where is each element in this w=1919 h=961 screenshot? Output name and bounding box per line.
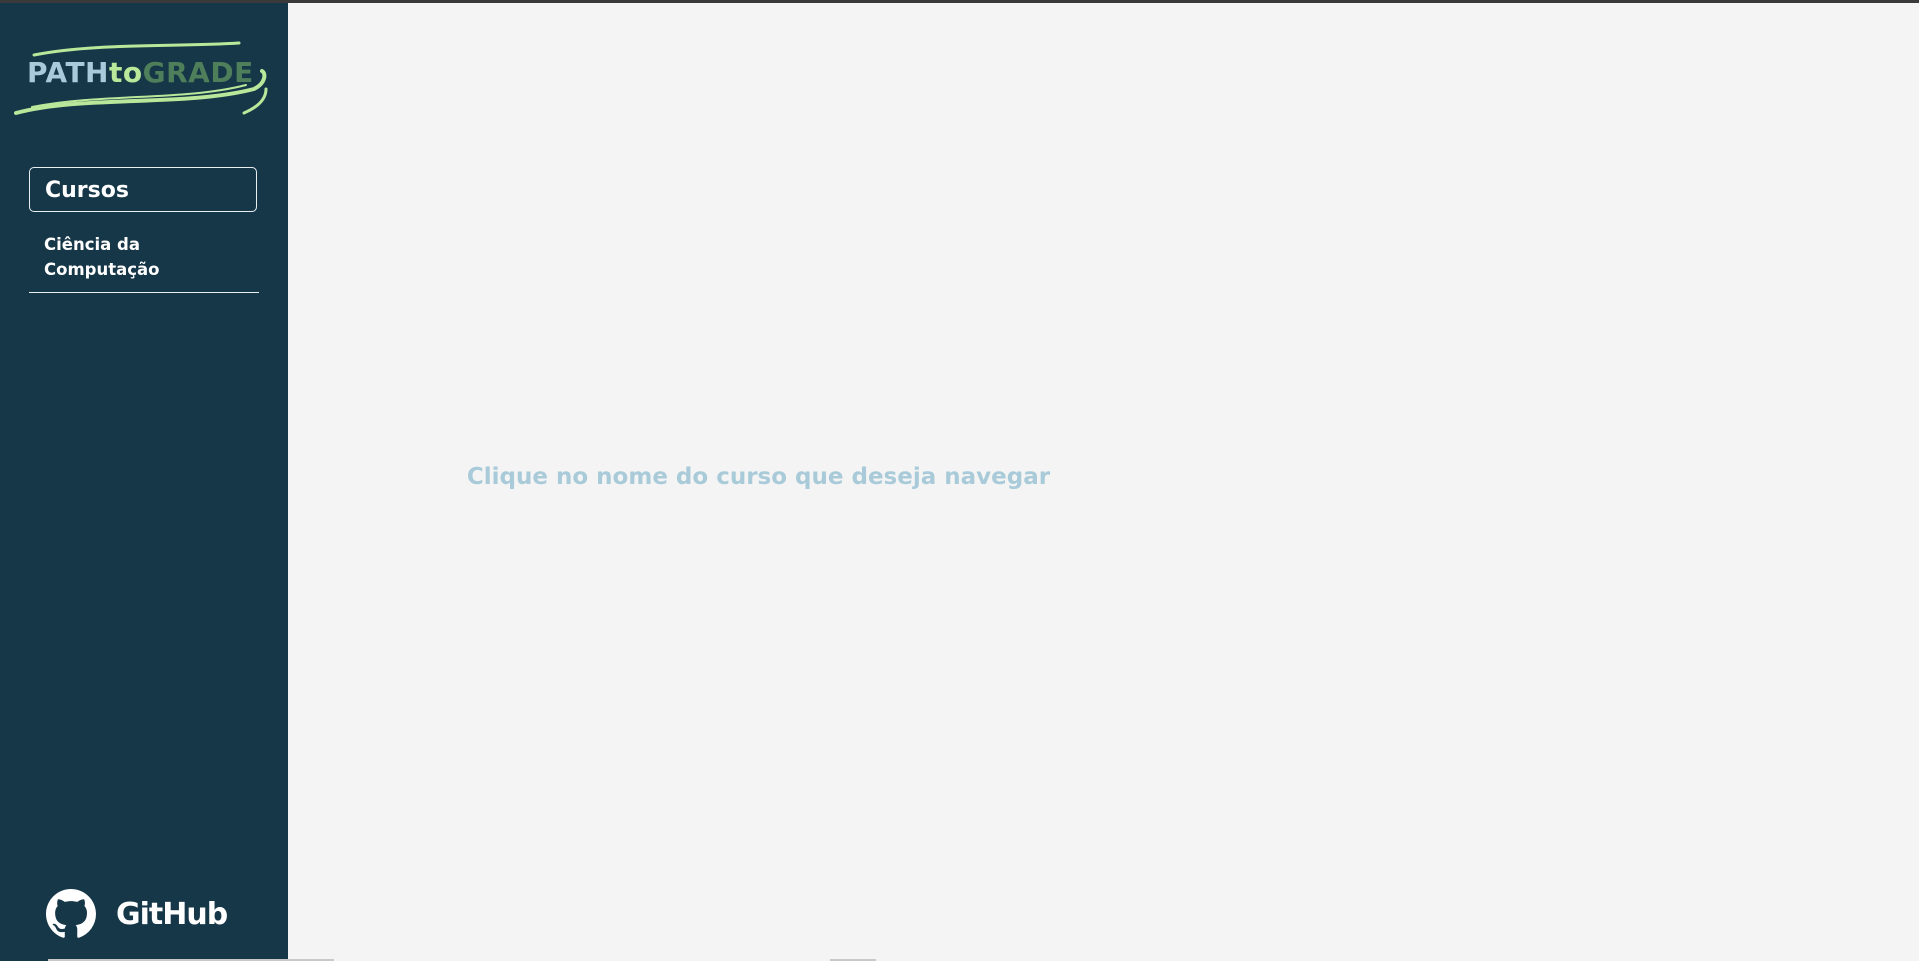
courses-menu-header[interactable]: Cursos xyxy=(29,167,257,212)
course-item-ciencia-da-computacao[interactable]: Ciência da Computação xyxy=(44,232,244,282)
main-content: Clique no nome do curso que deseja naveg… xyxy=(288,3,1919,961)
logo-text-path: PATH xyxy=(27,56,109,89)
github-icon xyxy=(46,889,96,938)
github-label: GitHub xyxy=(116,897,228,932)
divider xyxy=(29,292,259,293)
logo[interactable]: PATHtoGRADE xyxy=(14,37,268,123)
empty-state-hint: Clique no nome do curso que deseja naveg… xyxy=(466,464,1051,490)
logo-text: PATHtoGRADE xyxy=(27,59,254,87)
github-link[interactable]: GitHub xyxy=(46,889,246,941)
logo-text-to: to xyxy=(108,56,143,89)
logo-text-grade: GRADE xyxy=(142,56,254,89)
